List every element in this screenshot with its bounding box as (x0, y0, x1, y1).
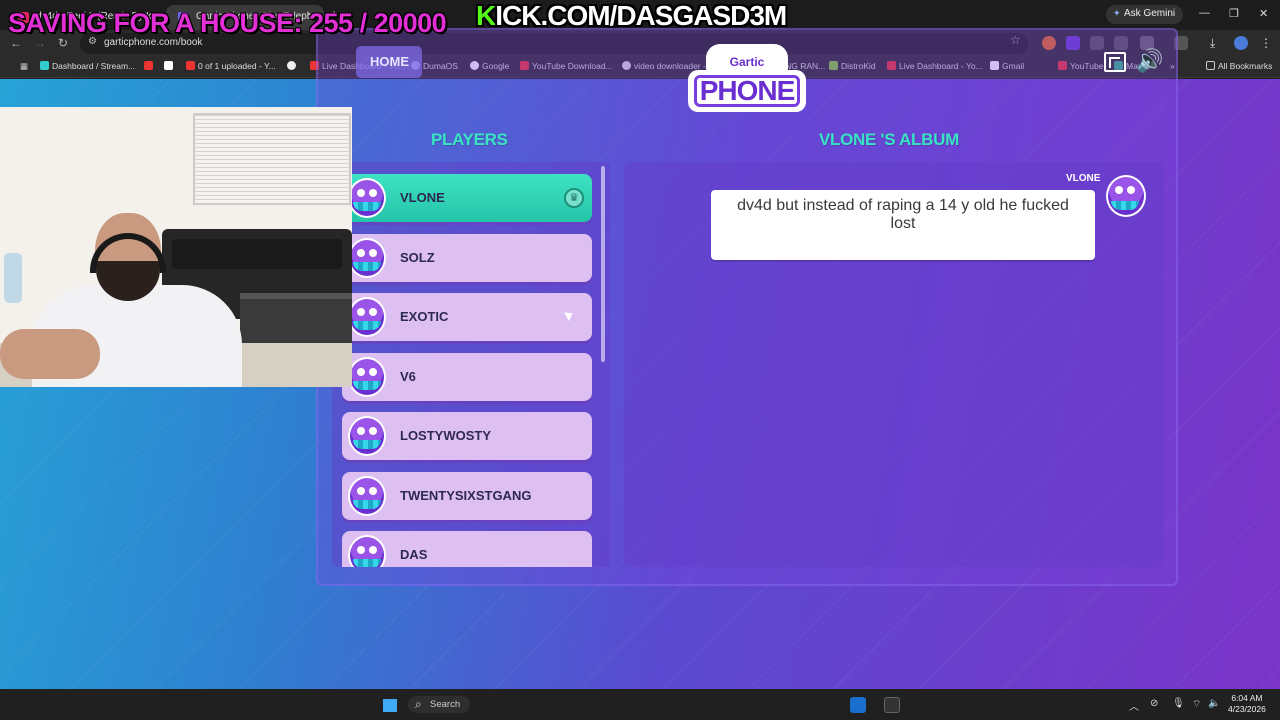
player-name: DAS (400, 547, 428, 562)
fullscreen-icon[interactable] (1104, 52, 1126, 72)
home-button[interactable]: HOME (356, 46, 422, 78)
bookmark-icon (40, 61, 49, 70)
player-row[interactable]: V6 (342, 353, 592, 401)
player-avatar (348, 238, 386, 278)
stream-goal-overlay: SAVING FOR A HOUSE: 255 / 20000 (8, 8, 447, 38)
restore-icon[interactable]: ❐ (1229, 7, 1239, 20)
microphone-icon[interactable]: 🎙 (1172, 698, 1185, 709)
close-window-icon[interactable]: ✕ (1259, 7, 1268, 20)
all-bookmarks-button[interactable]: All Bookmarks (1206, 61, 1272, 71)
gartic-phone-logo: Gartic PHONE (688, 44, 806, 116)
webcam-bottle (4, 253, 22, 303)
album-author-avatar (1106, 175, 1146, 217)
webcam-streamer (0, 213, 260, 387)
player-name: TWENTYSIXSTGANG (400, 488, 532, 503)
taskbar-search[interactable]: Search (408, 696, 470, 713)
player-row[interactable]: TWENTYSIXSTGANG (342, 472, 592, 520)
player-name: V6 (400, 369, 416, 384)
profile-avatar-icon[interactable] (1234, 36, 1248, 50)
player-name: VLONE (400, 190, 445, 205)
volume-icon[interactable]: 🔊 (1136, 48, 1163, 74)
player-row[interactable]: VLONE ♛ (342, 174, 592, 222)
player-avatar (348, 297, 386, 337)
wifi-icon[interactable]: ⌔ (1192, 698, 1201, 711)
youtube-icon (186, 61, 195, 70)
album-heading: VLONE 'S ALBUM (819, 130, 959, 149)
player-row[interactable]: LOSTYWOSTY (342, 412, 592, 460)
apps-grid-icon[interactable]: ▦ (8, 61, 28, 72)
kick-prefix: K (476, 0, 496, 31)
network-off-icon[interactable]: ⊘ (1150, 698, 1158, 709)
taskbar-clock[interactable]: 6:04 AM 4/23/2026 (1228, 693, 1266, 715)
windows-start-icon[interactable] (383, 698, 397, 712)
windows-taskbar: Search ︿ ⊘ 🎙 ⌔ 🔈 6:04 AM 4/23/2026 (0, 689, 1280, 720)
player-row[interactable]: DAS (342, 531, 592, 567)
crown-icon: ♛ (564, 188, 584, 208)
kick-url-overlay: KICK.COM/DASGASD3M (476, 0, 787, 32)
album-text-bubble: dv4d but instead of raping a 14 y old he… (711, 190, 1095, 260)
tray-chevron-icon[interactable]: ︿ (1129, 698, 1139, 713)
player-avatar (348, 416, 386, 456)
bookmark-icon (164, 61, 173, 70)
player-avatar (348, 476, 386, 516)
bookmark-item[interactable]: 0 of 1 uploaded - Y... (186, 61, 276, 71)
folder-icon (1206, 61, 1215, 70)
kick-text: ICK.COM/DASGASD3M (495, 0, 787, 31)
players-heading: PLAYERS (431, 130, 508, 149)
youtube-icon (144, 61, 153, 70)
players-list[interactable]: VLONE ♛ SOLZ EXOTIC V6 LOSTYWOSTY TWENTY… (332, 162, 610, 567)
taskbar-app-icon[interactable] (850, 697, 866, 713)
webcam-window-blinds (193, 113, 351, 205)
clock-date: 4/23/2026 (1228, 704, 1266, 714)
download-icon[interactable]: ⤓ (1210, 36, 1224, 50)
webcam-overlay (0, 107, 352, 387)
menu-dots-icon[interactable]: ⋮ (1260, 36, 1274, 50)
player-avatar (348, 357, 386, 397)
minimize-icon[interactable]: — (1199, 7, 1210, 19)
speaker-icon[interactable]: 🔈 (1208, 698, 1220, 709)
player-name: EXOTIC (400, 309, 449, 324)
players-scrollbar[interactable] (601, 166, 605, 362)
epic-games-icon[interactable] (884, 697, 900, 713)
player-row[interactable]: SOLZ (342, 234, 592, 282)
bookmark-item[interactable]: Dashboard / Stream... (40, 61, 135, 71)
player-row[interactable]: EXOTIC (342, 293, 592, 341)
player-name: SOLZ (400, 250, 435, 265)
player-avatar (348, 535, 386, 567)
album-author-name: VLONE (1066, 173, 1101, 184)
clock-time: 6:04 AM (1231, 693, 1263, 703)
player-name: LOSTYWOSTY (400, 428, 491, 443)
player-avatar (348, 178, 386, 218)
logo-bottom: PHONE (688, 70, 806, 112)
bookmark-icon (287, 61, 296, 70)
ask-gemini-button[interactable]: Ask Gemini (1106, 5, 1184, 24)
streamer-arm (0, 329, 100, 379)
